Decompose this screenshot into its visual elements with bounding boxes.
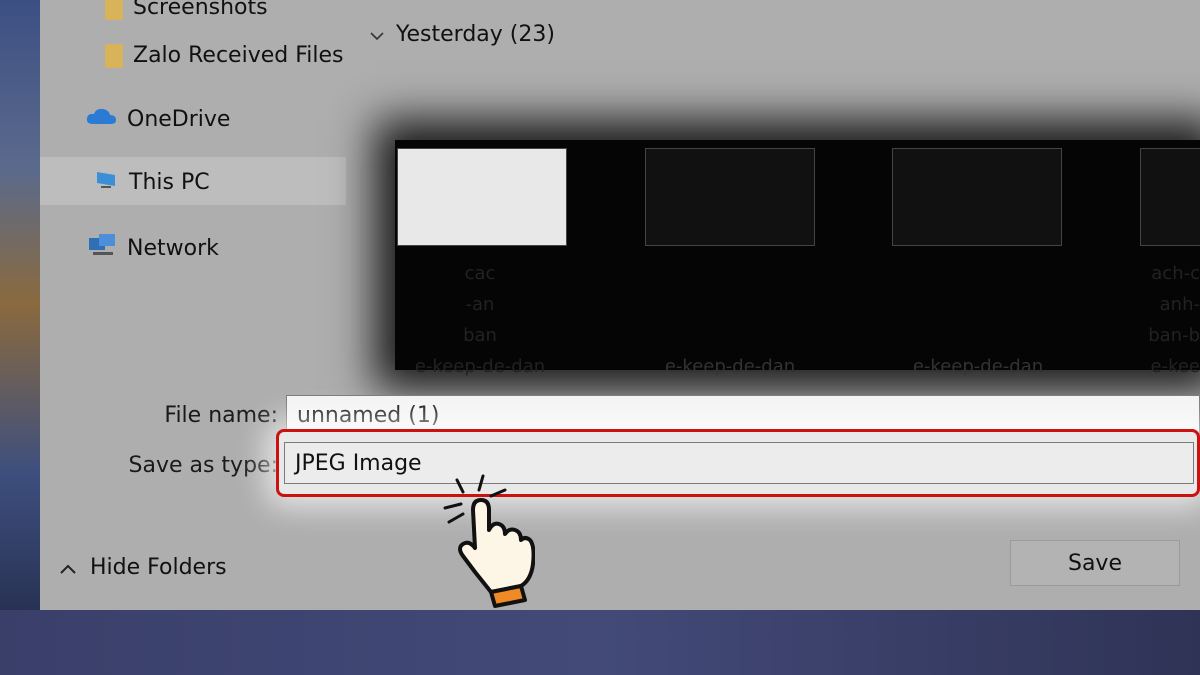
- file-name-label: File name:: [164, 403, 278, 428]
- sidebar-item-zalo-received-files[interactable]: Zalo Received Files: [105, 43, 343, 68]
- desktop-wallpaper-left: [0, 0, 40, 675]
- save-as-type-label: Save as type:: [128, 453, 279, 478]
- sidebar-item-this-pc[interactable]: This PC: [95, 169, 210, 195]
- group-header-label: Yesterday (23): [396, 22, 555, 47]
- sidebar-item-label: Screenshots: [133, 0, 268, 20]
- file-caption: ach-c anh- ban-b e-kee: [1148, 263, 1200, 377]
- file-caption: e-keep-de-dan: [912, 356, 1044, 377]
- hand-pointer-icon: [435, 468, 536, 612]
- sidebar-item-onedrive[interactable]: OneDrive: [85, 106, 230, 132]
- file-thumbnail[interactable]: [645, 148, 815, 246]
- sidebar-item-label: This PC: [129, 169, 210, 195]
- file-caption: cac -an ban e-keep-de-dan: [414, 263, 546, 377]
- save-button[interactable]: Save: [1010, 540, 1180, 586]
- file-thumbnail[interactable]: [397, 148, 567, 246]
- sidebar-item-label: Zalo Received Files: [133, 43, 344, 68]
- file-name-value: unnamed (1): [297, 402, 440, 428]
- onedrive-icon: [85, 106, 117, 132]
- hide-folders-button[interactable]: Hide Folders: [60, 555, 227, 580]
- save-as-type-value: JPEG Image: [295, 450, 422, 476]
- sidebar-item-screenshots[interactable]: Screenshots: [105, 0, 268, 20]
- folder-icon: [105, 43, 123, 68]
- sidebar-item-label: Network: [127, 235, 219, 261]
- save-as-dialog: Screenshots Zalo Received Files OneDrive…: [40, 0, 1200, 612]
- folder-icon: [105, 0, 123, 20]
- group-header-yesterday[interactable]: Yesterday (23): [370, 22, 555, 47]
- pc-icon: [95, 169, 119, 195]
- file-thumbnail[interactable]: [892, 148, 1062, 246]
- chevron-down-icon: [370, 22, 384, 47]
- file-thumbnail[interactable]: [1140, 148, 1200, 246]
- sidebar-item-network[interactable]: Network: [87, 232, 219, 264]
- desktop-wallpaper-bottom: [0, 610, 1200, 675]
- file-caption: e-keep-de-dan: [664, 356, 796, 377]
- sidebar-item-label: OneDrive: [127, 106, 231, 132]
- save-as-type-select[interactable]: JPEG Image: [284, 442, 1194, 484]
- hide-folders-label: Hide Folders: [90, 555, 227, 580]
- chevron-up-icon: [60, 555, 76, 580]
- save-button-label: Save: [1067, 550, 1122, 576]
- network-icon: [87, 232, 117, 264]
